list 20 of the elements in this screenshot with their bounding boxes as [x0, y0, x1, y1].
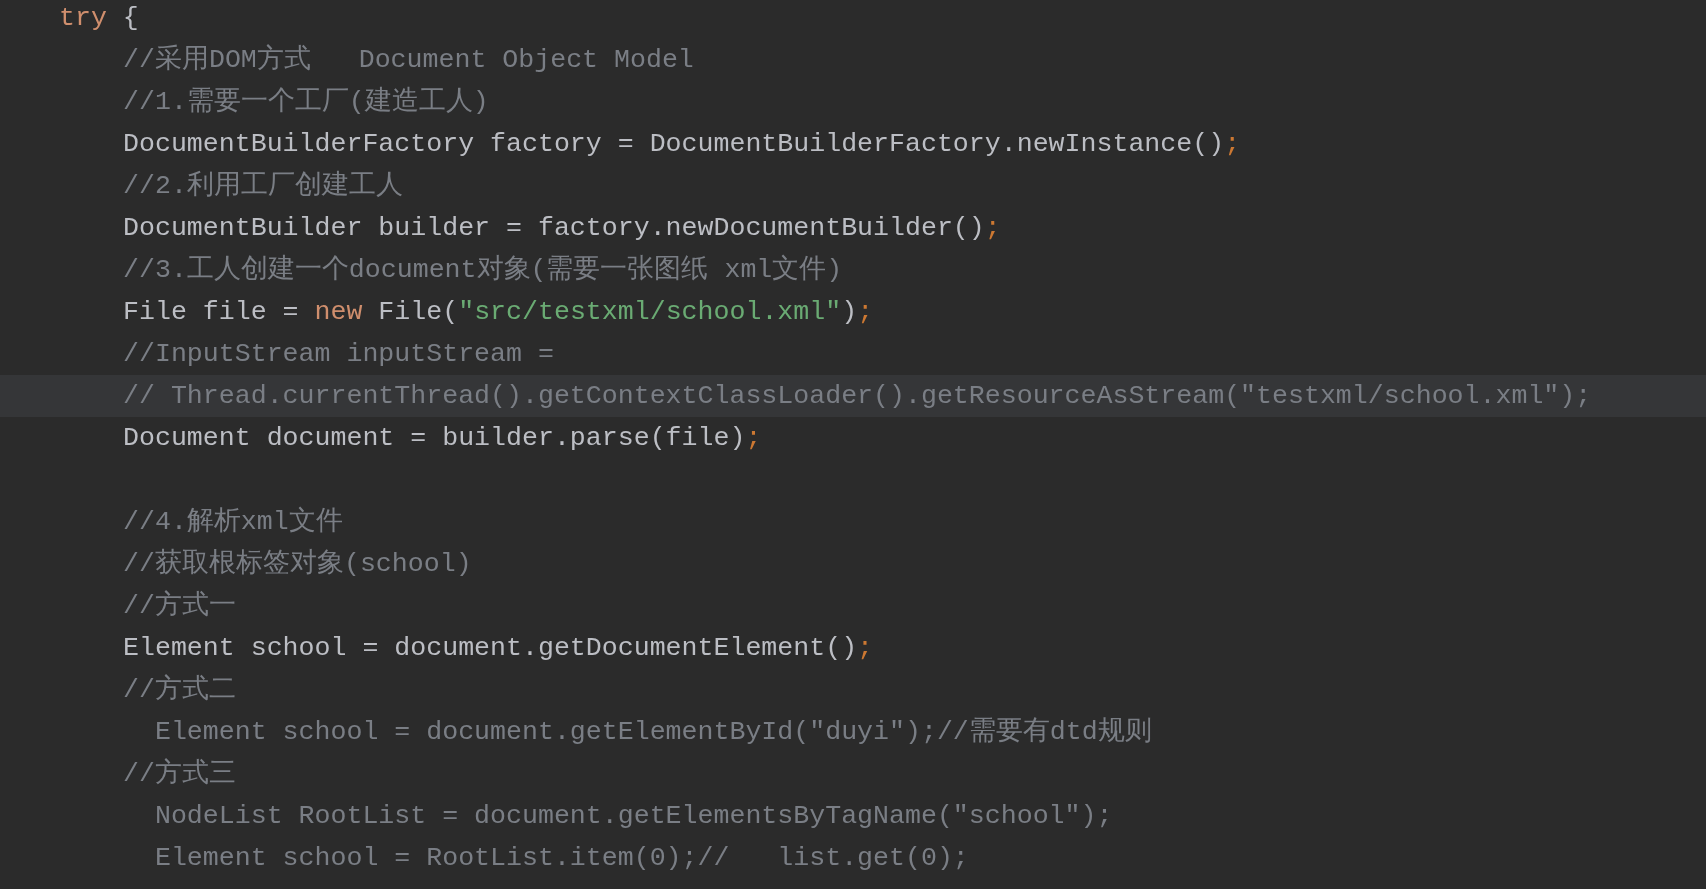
- code-line: // Thread.currentThread().getContextClassLoader().getResourceAsStream("testxml/school.xml");: [123, 380, 1592, 413]
- code-line: //3.工人创建一个document对象(需要一张图纸 xml文件): [123, 253, 843, 287]
- code-line: Element school = RootList.item(0);// list.get(0);: [153, 842, 969, 875]
- code-line: File file = new File("src/testxml/school.xml");: [123, 296, 874, 329]
- code-line: Element school = document.getDocumentElement();: [123, 632, 874, 665]
- code-line: DocumentBuilder builder = factory.newDocumentBuilder();: [123, 212, 1001, 245]
- code-line: //采用DOM方式 Document Object Model: [123, 43, 694, 77]
- code-line: //4.解析xml文件: [123, 505, 343, 539]
- code-line: Element school = document.getElementById("duyi");//需要有dtd规则: [153, 716, 1152, 749]
- code-line: //获取根标签对象(school): [123, 547, 472, 581]
- code-line: try {: [59, 2, 139, 35]
- code-line: //方式一: [123, 589, 236, 623]
- code-line: //2.利用工厂创建工人: [123, 169, 403, 203]
- code-line: Document document = builder.parse(file);: [123, 422, 762, 455]
- code-line: //方式三: [123, 757, 236, 791]
- code-line: //方式二: [123, 673, 236, 707]
- code-line: NodeList RootList = document.getElementsByTagName("school");: [153, 800, 1113, 833]
- code-line: DocumentBuilderFactory factory = DocumentBuilderFactory.newInstance();: [123, 128, 1241, 161]
- code-line: //InputStream inputStream =: [123, 338, 554, 371]
- code-line: //1.需要一个工厂(建造工人): [123, 85, 489, 119]
